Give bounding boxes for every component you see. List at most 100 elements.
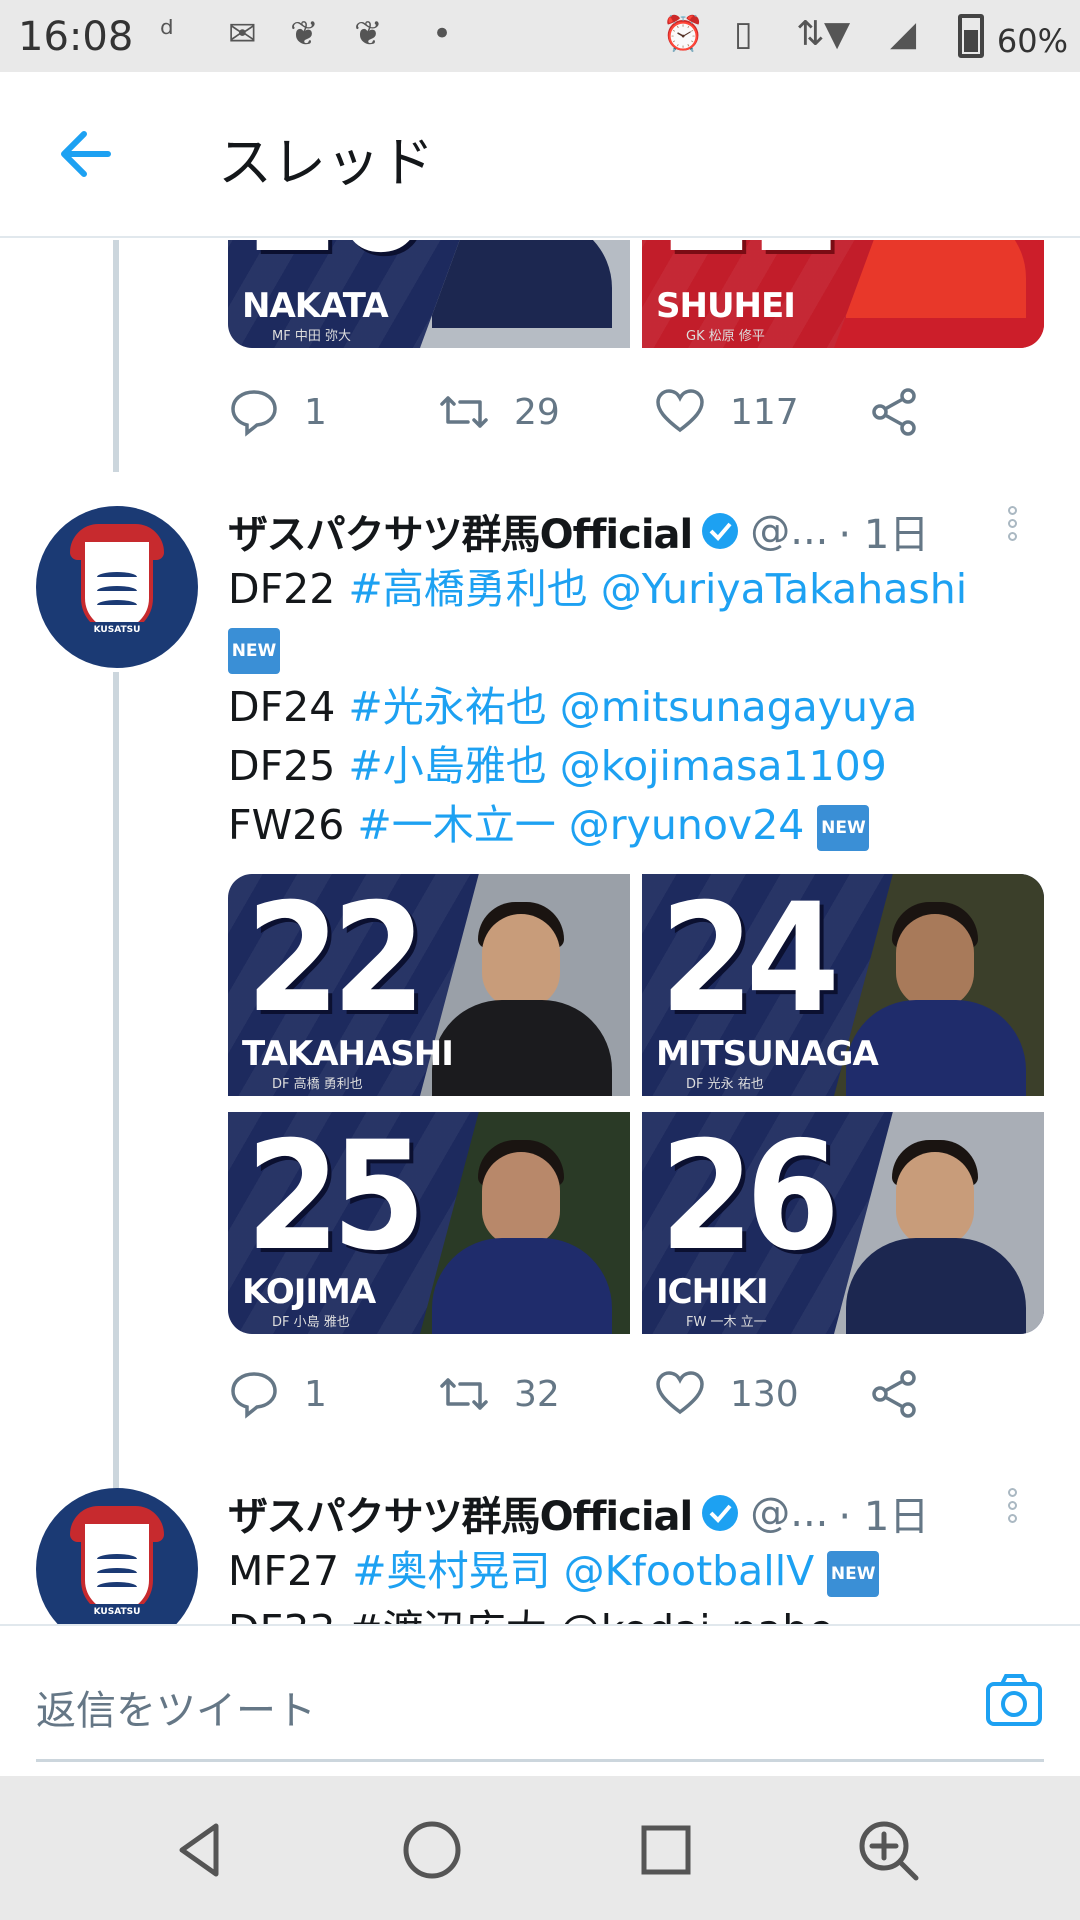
tweet-actions: 1 29 117 [228,386,928,446]
retweet-count: 29 [514,391,560,433]
zoom-in-icon[interactable] [856,1818,920,1882]
player-name: SHUHEI [656,286,796,326]
reply-count: 1 [304,1373,327,1415]
media-tile[interactable]: 26 NAKATA MF 中田 弥大 [228,240,630,348]
author-name[interactable]: ザスパクサツ群馬Official [228,502,693,560]
battery-percent: 60% [996,22,1068,60]
player-position: DF 高橋 勇利也 [272,1077,363,1092]
player-name: MITSUNAGA [656,1034,879,1074]
new-icon: NEW [817,805,870,851]
hashtag-link[interactable]: #奥村晃司 [352,1547,550,1595]
author-name[interactable]: ザスパクサツ群馬Official [228,1484,693,1542]
docomo-icon: ᵈ [160,14,174,54]
tweet-header[interactable]: ザスパクサツ群馬Official @... · 1日 [228,1484,929,1542]
reply-button[interactable]: 1 [228,1368,327,1420]
vibrate-icon: ▯ [734,14,753,54]
player-number: 24 [660,874,840,1046]
thread-connector [113,240,119,472]
avatar-ribbon: KUSATSU [82,1604,152,1620]
share-button[interactable] [868,1368,944,1420]
hashtag-link[interactable]: #高橋勇利也 [348,565,587,613]
verified-icon [700,1493,740,1533]
text-line-partial: DF33 #渡辺広大 @kodai_nabe [228,1601,1028,1624]
player-number: 26 [660,1112,840,1284]
share-button[interactable] [868,386,944,438]
new-icon: NEW [228,628,280,674]
page-title: スレッド [218,131,434,194]
player-number: 22 [246,874,426,1046]
media-tile[interactable]: 22 TAKAHASHI DF 高橋 勇利也 [228,874,630,1096]
mention-link[interactable]: @KfootballV [564,1547,815,1595]
retweet-count: 32 [514,1373,560,1415]
more-icon[interactable] [1008,506,1020,550]
text-line: DF25 #小島雅也 @kojimasa1109 [228,742,887,790]
reply-composer[interactable]: 返信をツイート [0,1624,1080,1776]
avatar-ribbon: KUSATSU [82,622,152,638]
share-icon [872,1370,916,1418]
mention-link[interactable]: @mitsunagayuya [560,683,918,731]
status-time: 16:08 [18,14,134,60]
reply-icon [231,390,277,437]
camera-icon[interactable] [984,1670,1044,1730]
like-count: 130 [730,1373,799,1415]
thread-connector-2 [113,672,119,1624]
text-line: NEW [228,619,1028,678]
text-line: DF24 #光永祐也 @mitsunagayuya [228,683,918,731]
home-nav-icon[interactable] [400,1818,464,1882]
mention-link[interactable]: @YuriyaTakahashi [601,565,967,613]
hashtag-link[interactable]: #一木立一 [357,801,555,849]
reply-button[interactable]: 1 [228,386,327,438]
reply-count: 1 [304,391,327,433]
player-name: KOJIMA [242,1272,376,1312]
more-icon[interactable] [1008,1488,1020,1532]
player-position: DF 光永 祐也 [686,1077,764,1092]
media-tile[interactable]: 25 KOJIMA DF 小島 雅也 [228,1112,630,1334]
media-tile[interactable]: 26 ICHIKI FW 一木 立一 [642,1112,1044,1334]
player-position: MF 中田 弥大 [272,329,351,344]
tweet-time: · 1日 [838,1494,930,1540]
hashtag-link[interactable]: #小島雅也 [348,742,546,790]
media-tile[interactable]: 24 MITSUNAGA DF 光永 祐也 [642,874,1044,1096]
hashtag-link[interactable]: #光永祐也 [348,683,546,731]
status-bar: 16:08 ᵈ ✉ ❦ ❦ • ⏰ ▯ ⇅ ▼ ◢ 60% [0,0,1080,72]
media-tile[interactable]: 21 SHUHEI GK 松原 修平 [642,240,1044,348]
text-line: DF22 #高橋勇利也 @YuriyaTakahashi [228,565,968,613]
avatar[interactable]: KUSATSU [36,506,198,668]
tweet-time: · 1日 [838,512,930,558]
recents-nav-icon[interactable] [634,1818,698,1882]
like-count: 117 [730,391,799,433]
avatar[interactable]: KUSATSU [36,1488,198,1624]
dot-icon: • [432,14,453,54]
thread-feed[interactable]: 26 NAKATA MF 中田 弥大 21 SHUHEI GK 松原 修平 1 … [0,240,1080,1624]
tweet-header[interactable]: ザスパクサツ群馬Official @... · 1日 [228,502,929,560]
player-position: DF 小島 雅也 [272,1315,350,1330]
data-icon: ⇅ [796,14,825,54]
back-nav-icon[interactable] [168,1818,232,1882]
alarm-icon: ⏰ [662,14,705,54]
tweet-actions: 1 32 130 [228,1368,928,1428]
mention-link[interactable]: @kojimasa1109 [560,742,887,790]
like-button[interactable]: 130 [654,1368,799,1420]
retweet-button[interactable]: 29 [438,386,560,438]
arrow-left-icon[interactable] [58,130,112,178]
tweet-media[interactable]: 26 NAKATA MF 中田 弥大 21 SHUHEI GK 松原 修平 [228,240,1044,348]
retweet-button[interactable]: 32 [438,1368,560,1420]
text-line: FW26 #一木立一 @ryunov24 NEW [228,796,1028,855]
app-header: スレッド [0,72,1080,238]
reply-input[interactable]: 返信をツイート [36,1678,316,1736]
tweet-media-grid[interactable]: 22 TAKAHASHI DF 高橋 勇利也 24 MITSUNAGA DF 光… [228,874,1044,1334]
retweet-icon [440,396,488,428]
player-number: 21 [660,240,840,286]
text-line: MF27 #奥村晃司 @KfootballV NEW [228,1542,1028,1601]
battery-icon [958,14,984,58]
retweet-icon [440,1378,488,1410]
input-underline [36,1759,1044,1762]
like-button[interactable]: 117 [654,386,799,438]
player-name: TAKAHASHI [242,1034,454,1074]
signal-icon: ◢ [890,14,917,54]
player-name: ICHIKI [656,1272,769,1312]
wifi-icon: ▼ [824,14,851,54]
tweet-text: MF27 #奥村晃司 @KfootballV NEW DF33 #渡辺広大 @k… [228,1542,1028,1624]
app-icon-2: ❦ [354,14,383,54]
mention-link[interactable]: @ryunov24 [569,801,805,849]
